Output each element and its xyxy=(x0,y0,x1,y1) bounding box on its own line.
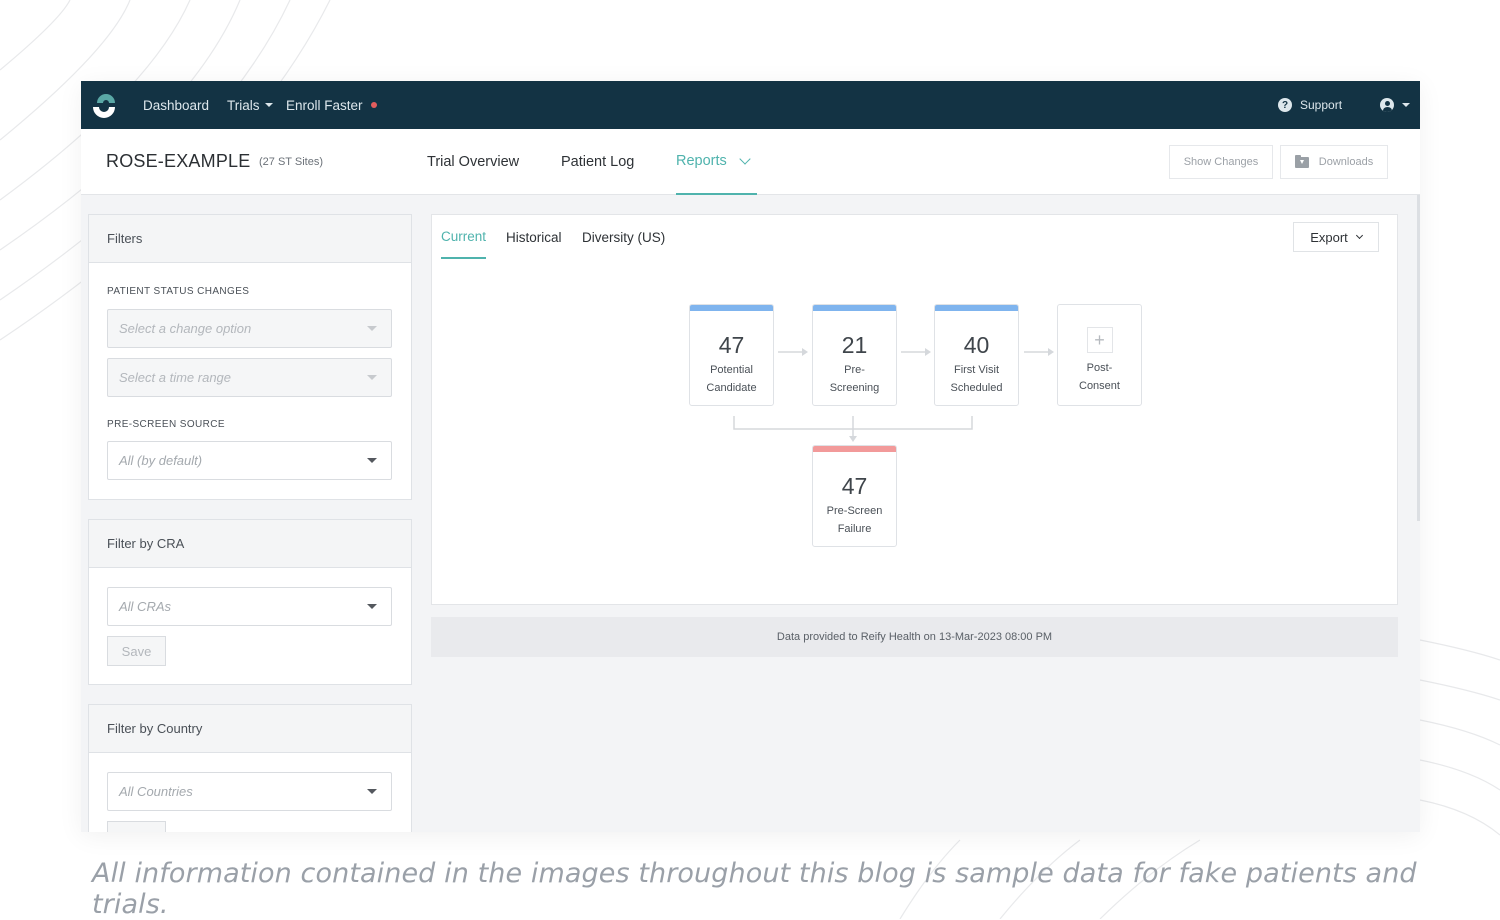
nav-trials[interactable]: Trials xyxy=(227,81,273,129)
user-menu[interactable] xyxy=(1380,81,1410,129)
time-range-select[interactable]: Select a time range xyxy=(107,358,392,397)
page-scrollbar[interactable] xyxy=(1417,195,1420,521)
downloads-button[interactable]: Downloads xyxy=(1280,145,1388,179)
caret-down-icon xyxy=(1402,103,1410,107)
support-link[interactable]: ? Support xyxy=(1278,81,1342,129)
stage-label: Pre- Screening xyxy=(829,364,880,394)
stage-color-bar xyxy=(935,305,1018,311)
downloads-label: Downloads xyxy=(1318,156,1374,168)
stage-count: 47 xyxy=(841,473,868,499)
funnel-connectors xyxy=(733,348,1054,442)
prescreen-source-select[interactable]: All (by default) xyxy=(107,441,392,480)
show-changes-button[interactable]: Show Changes xyxy=(1169,145,1273,179)
stage-potential-candidate[interactable]: 47 Potential Candidate xyxy=(689,304,774,406)
select-placeholder: Select a change option xyxy=(119,321,252,336)
stage-count: 47 xyxy=(718,332,745,358)
select-value: All Countries xyxy=(119,784,193,799)
stage-color-bar xyxy=(813,305,896,311)
data-provided-note: Data provided to Reify Health on 13-Mar-… xyxy=(431,617,1398,657)
nav-dashboard-label: Dashboard xyxy=(143,97,210,113)
user-circle-icon xyxy=(1380,98,1394,112)
support-label: Support xyxy=(1300,98,1343,112)
patient-status-changes-label: PATIENT STATUS CHANGES xyxy=(107,286,250,297)
tab-diversity-us[interactable]: Diversity (US) xyxy=(582,215,665,259)
trial-header: ROSE-EXAMPLE (27 ST Sites) Trial Overvie… xyxy=(81,129,1420,195)
blog-caption: All information contained in the images … xyxy=(92,858,1417,920)
caret-down-icon xyxy=(264,103,273,107)
nav-enroll-faster[interactable]: Enroll Faster xyxy=(286,81,377,129)
tab-label: Trial Overview xyxy=(427,154,520,170)
arrow-down-icon xyxy=(849,436,857,442)
stage-label: Potential Candidate xyxy=(706,364,757,394)
reify-logo-icon[interactable] xyxy=(91,89,121,121)
save-label: Save xyxy=(121,643,152,659)
caret-down-icon xyxy=(367,604,377,609)
stage-count: 21 xyxy=(841,332,868,358)
export-button[interactable]: Export xyxy=(1293,222,1379,252)
show-changes-label: Show Changes xyxy=(1183,156,1259,168)
chevron-down-icon xyxy=(739,152,751,165)
tab-trial-overview[interactable]: Trial Overview xyxy=(427,129,519,195)
country-filter-panel: Filter by Country All Countries xyxy=(88,704,412,832)
nav-enroll-faster-label: Enroll Faster xyxy=(286,97,363,113)
change-option-select[interactable]: Select a change option xyxy=(107,309,392,348)
arrow-right-icon xyxy=(802,348,808,356)
top-navbar: Dashboard Trials Enroll Faster ? Support xyxy=(81,81,1420,129)
save-country-button[interactable] xyxy=(107,821,166,832)
stage-label: Pre-Screen Failure xyxy=(826,505,883,535)
export-label: Export xyxy=(1310,229,1348,245)
select-value: All (by default) xyxy=(119,453,203,468)
question-circle-icon: ? xyxy=(1278,98,1292,112)
tab-reports[interactable]: Reports xyxy=(676,129,757,195)
tab-label: Patient Log xyxy=(561,154,635,170)
tab-patient-log[interactable]: Patient Log xyxy=(561,129,634,195)
caret-down-icon xyxy=(367,375,377,380)
save-cra-button[interactable]: Save xyxy=(107,636,166,666)
notification-dot-icon xyxy=(370,102,377,108)
arrow-right-icon xyxy=(925,348,931,356)
caret-down-icon xyxy=(367,789,377,794)
chevron-down-icon xyxy=(1355,231,1363,239)
stage-pre-screening[interactable]: 21 Pre- Screening xyxy=(812,304,897,406)
cra-panel-title: Filter by CRA xyxy=(89,520,411,568)
stage-count: 40 xyxy=(963,332,990,358)
failure-bracket xyxy=(733,416,973,430)
stage-color-bar xyxy=(813,446,896,452)
download-folder-icon xyxy=(1294,154,1309,168)
prescreen-source-label: PRE-SCREEN SOURCE xyxy=(107,419,225,430)
filters-panel-title: Filters xyxy=(89,215,411,263)
caret-down-icon xyxy=(367,326,377,331)
nav-dashboard[interactable]: Dashboard xyxy=(143,81,209,129)
select-placeholder: Select a time range xyxy=(119,370,232,385)
country-panel-title: Filter by Country xyxy=(89,705,411,753)
stage-label: Post- Consent xyxy=(1079,362,1120,392)
stage-label: First Visit Scheduled xyxy=(950,364,1003,394)
tab-label: Current xyxy=(441,228,487,244)
stage-pre-screen-failure[interactable]: 47 Pre-Screen Failure xyxy=(812,445,897,547)
trial-title: ROSE-EXAMPLE xyxy=(106,151,251,171)
report-card: Current Historical Diversity (US) Export xyxy=(431,214,1398,605)
stage-first-visit-scheduled[interactable]: 40 First Visit Scheduled xyxy=(934,304,1019,406)
arrow-right-icon xyxy=(1048,348,1054,356)
tab-label: Historical xyxy=(506,229,562,245)
tab-label: Reports xyxy=(676,153,727,169)
caret-down-icon xyxy=(367,458,377,463)
filters-panel: Filters PATIENT STATUS CHANGES Select a … xyxy=(88,214,412,500)
nav-trials-label: Trials xyxy=(227,97,260,113)
select-value: All CRAs xyxy=(119,599,172,614)
tab-current[interactable]: Current xyxy=(441,215,487,259)
trial-site-count: (27 ST Sites) xyxy=(259,156,323,168)
data-provided-text: Data provided to Reify Health on 13-Mar-… xyxy=(776,631,1053,643)
cra-select[interactable]: All CRAs xyxy=(107,587,392,626)
tab-label: Diversity (US) xyxy=(582,229,666,245)
country-select[interactable]: All Countries xyxy=(107,772,392,811)
stage-color-bar xyxy=(690,305,773,311)
cra-filter-panel: Filter by CRA All CRAs Save xyxy=(88,519,412,685)
stage-post-consent[interactable]: + Post- Consent xyxy=(1057,304,1142,406)
app-window: Dashboard Trials Enroll Faster ? Support… xyxy=(81,81,1420,832)
add-stage-icon[interactable]: + xyxy=(1086,327,1113,353)
tab-historical[interactable]: Historical xyxy=(506,215,562,259)
